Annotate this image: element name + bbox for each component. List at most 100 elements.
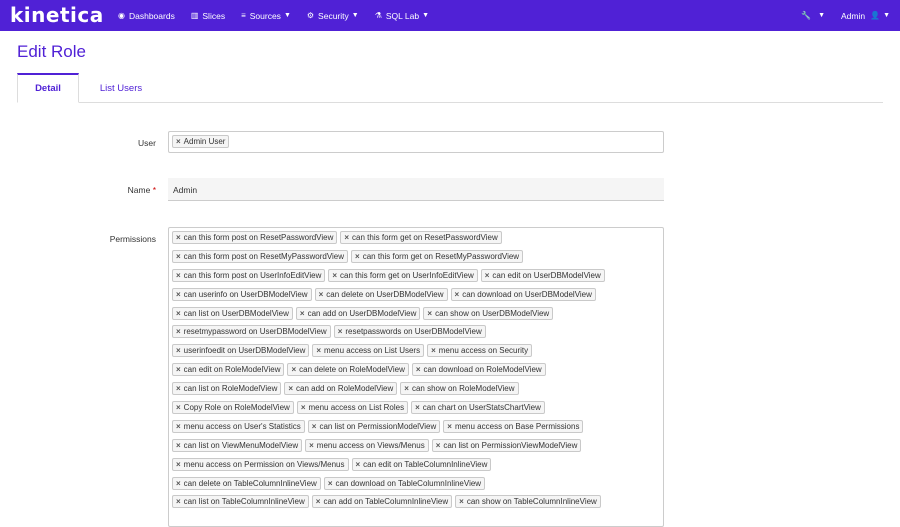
wrench-icon: 🔧 [801,11,812,20]
remove-icon[interactable]: × [436,441,441,450]
remove-icon[interactable]: × [319,290,324,299]
remove-icon[interactable]: × [176,384,181,393]
remove-icon[interactable]: × [316,346,321,355]
nav-sources[interactable]: ≡ Sources ▼ [241,11,291,21]
permission-row: × can edit on RoleModelView × can delete on… [172,363,663,382]
remove-icon[interactable]: × [176,365,181,374]
remove-icon[interactable]: × [176,346,181,355]
remove-icon[interactable]: × [338,327,343,336]
user-field-label: User [138,138,156,148]
remove-icon[interactable]: × [328,479,333,488]
remove-icon[interactable]: × [447,422,452,431]
remove-icon[interactable]: × [355,252,360,261]
permission-tag: × can edit on TableColumnInlineView [351,457,492,471]
user-select[interactable]: × Admin User [168,131,664,153]
remove-icon[interactable]: × [176,403,181,412]
remove-icon[interactable]: × [176,233,181,242]
remove-icon[interactable]: × [176,309,181,318]
permission-row: × userinfoedit on UserDBModelView × menu ac… [172,344,663,363]
permission-tag-label: can this form get on ResetMyPasswordView [362,251,520,261]
remove-icon[interactable]: × [427,309,432,318]
remove-icon[interactable]: × [485,271,490,280]
permission-tag: × menu access on List Roles [296,401,409,415]
permission-row: × menu access on Permission on Views/Menu… [172,457,663,477]
tools-menu[interactable]: 🔧 ▼ [801,11,825,20]
permission-tag-label: menu access on Views/Menus [316,440,425,450]
permission-tag-label: menu access on Base Permissions [454,421,580,431]
remove-icon[interactable]: × [316,497,321,506]
permission-row: × can this form post on UserInfoEditView ×… [172,268,663,288]
remove-icon[interactable]: × [301,403,306,412]
permission-tag: × can this form get on UserInfoEditView [328,268,478,282]
remove-icon[interactable]: × [416,365,421,374]
remove-icon[interactable]: × [415,403,420,412]
remove-icon[interactable]: × [176,290,181,299]
permission-tag-label: can this form post on ResetPasswordView [183,233,334,242]
permission-tag: × can delete on TableColumnInlineView [172,476,321,490]
nav-dashboards[interactable]: ◉ Dashboards [118,11,175,21]
nav-sql-lab[interactable]: ⚗ SQL Lab ▼ [375,11,429,21]
nav-security[interactable]: ⚙ Security ▼ [307,11,359,21]
remove-icon[interactable]: × [291,365,296,374]
remove-icon[interactable]: × [176,271,181,280]
remove-icon[interactable]: × [344,233,349,242]
bar-chart-icon: ▥ [190,11,199,20]
user-tag: × Admin User [172,135,230,148]
permissions-select[interactable]: × can this form post on ResetPasswordView… [168,227,664,527]
permission-tag: × menu access on Views/Menus [305,438,429,452]
permission-tag: × can edit on RoleModelView [172,363,285,377]
permission-tag-label: can add on TableColumnInlineView [323,497,449,507]
permission-tag: × can delete on RoleModelView [287,363,409,377]
remove-icon[interactable]: × [356,460,361,469]
remove-icon[interactable]: × [455,290,460,299]
database-icon: ≡ [241,11,246,20]
remove-icon[interactable]: × [176,327,181,336]
permission-tag-label: can list on PermissionViewModelView [443,440,578,450]
permission-tag: × menu access on Base Permissions [443,419,584,433]
remove-icon[interactable]: × [404,384,409,393]
remove-icon[interactable]: × [176,137,181,146]
tab-list-users[interactable]: List Users [87,73,155,103]
nav-slices[interactable]: ▥ Slices [191,11,225,21]
dashboard-icon: ◉ [118,11,125,20]
required-marker: * [152,185,156,195]
user-tag-label: Admin User [183,137,226,146]
permission-tag-label: can show on RoleModelView [411,384,515,394]
remove-icon[interactable]: × [431,346,436,355]
remove-icon[interactable]: × [312,422,317,431]
remove-icon[interactable]: × [300,309,305,318]
remove-icon[interactable]: × [176,479,181,488]
permission-row: × can list on UserDBModelView × can add on … [172,306,663,326]
remove-icon[interactable]: × [176,460,181,469]
chevron-down-icon: ▼ [283,12,291,19]
user-menu[interactable]: Admin 👤 ▼ [841,11,890,21]
remove-icon[interactable]: × [459,497,464,506]
permission-tag: × can this form post on ResetMyPasswordVi… [172,249,349,263]
permission-row: × can userinfo on UserDBModelView × can del… [172,287,663,307]
nav-slices-label: Slices [202,10,226,21]
remove-icon[interactable]: × [176,252,181,261]
permission-tag-label: Copy Role on RoleModelView [183,403,290,413]
tab-detail[interactable]: Detail [17,73,79,103]
permission-tag-label: can delete on UserDBModelView [326,289,444,299]
permission-tag-label: resetmypassword on UserDBModelView [183,327,327,337]
permission-tag: × can list on PermissionModelView [307,419,441,433]
permission-tag: × can this form post on UserInfoEditView [172,268,326,282]
permission-tag: × can download on RoleModelView [411,363,546,377]
permission-tag-label: menu access on List Users [324,346,421,356]
remove-icon[interactable]: × [288,384,293,393]
remove-icon[interactable]: × [332,271,337,280]
cogs-icon: ⚙ [306,11,315,20]
kinetica-logo[interactable]: kinetica [10,3,104,27]
name-input[interactable]: Admin [168,178,664,201]
remove-icon[interactable]: × [309,441,314,450]
remove-icon[interactable]: × [176,441,181,450]
permission-tag-label: can show on UserDBModelView [435,308,550,318]
permission-tag-label: can add on RoleModelView [296,384,394,394]
permission-row: × can list on RoleModelView × can add on Ro… [172,382,663,401]
name-label-text: Name [127,185,151,195]
permission-tag: × can show on TableColumnInlineView [455,495,601,509]
permission-tag-label: can delete on TableColumnInlineView [183,478,317,488]
remove-icon[interactable]: × [176,422,181,431]
remove-icon[interactable]: × [176,497,181,506]
